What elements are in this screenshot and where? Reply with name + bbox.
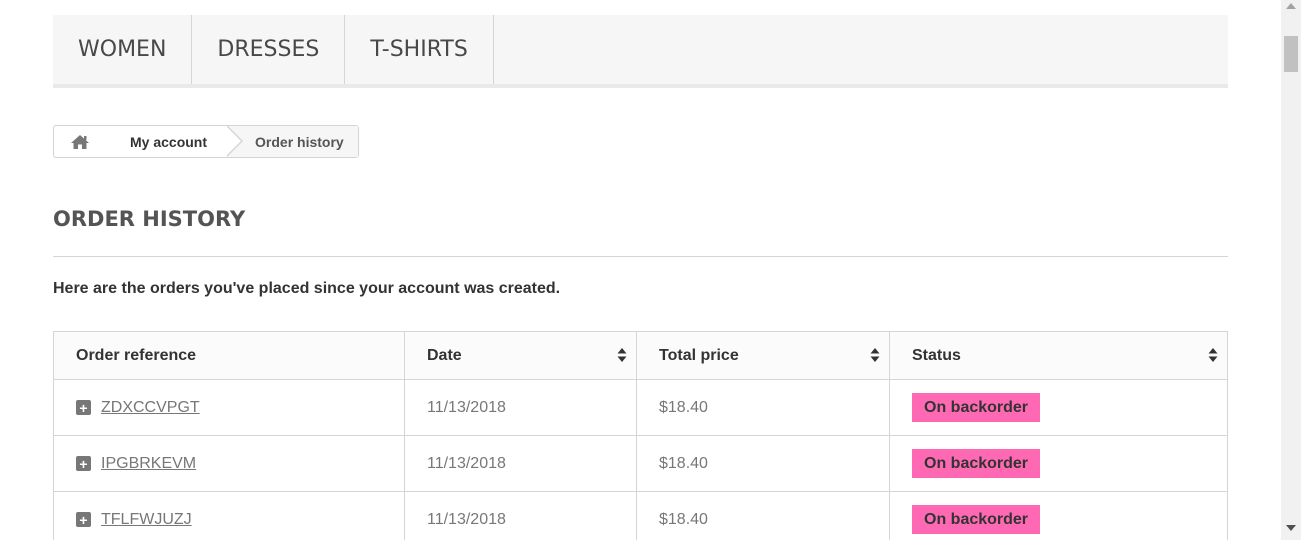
- expand-plus-icon[interactable]: +: [76, 512, 91, 527]
- table-header-row: Order reference Date Total price Status: [53, 331, 1228, 380]
- order-total: $18.40: [636, 379, 890, 436]
- scroll-down-arrow-icon[interactable]: [1286, 525, 1296, 531]
- breadcrumb-separator: [226, 125, 244, 157]
- page-title: ORDER HISTORY: [53, 207, 1228, 257]
- order-history-table: Order reference Date Total price Status: [53, 331, 1228, 540]
- sort-icon[interactable]: [617, 347, 627, 363]
- status-badge: On backorder: [912, 505, 1041, 534]
- column-status[interactable]: Status: [889, 331, 1228, 380]
- order-status-cell: On backorder: [889, 435, 1228, 492]
- order-status-cell: On backorder: [889, 379, 1228, 436]
- menu-item-dresses[interactable]: DRESSES: [192, 15, 346, 84]
- status-badge: On backorder: [912, 449, 1041, 478]
- column-label: Status: [912, 346, 961, 364]
- sort-icon[interactable]: [1208, 347, 1218, 363]
- column-order-reference[interactable]: Order reference: [53, 331, 405, 380]
- order-total: $18.40: [636, 435, 890, 492]
- scroll-up-arrow-icon[interactable]: [1286, 3, 1296, 9]
- column-total-price[interactable]: Total price: [636, 331, 890, 380]
- order-reference-cell: + TFLFWJUZJ: [53, 491, 405, 540]
- order-status-cell: On backorder: [889, 491, 1228, 540]
- order-reference-link[interactable]: ZDXCCVPGT: [101, 399, 200, 417]
- order-reference-cell: + IPGBRKEVM: [53, 435, 405, 492]
- sort-icon[interactable]: [870, 347, 880, 363]
- order-date: 11/13/2018: [404, 491, 637, 540]
- order-total: $18.40: [636, 491, 890, 540]
- column-label: Order reference: [76, 346, 197, 364]
- scroll-thumb[interactable]: [1284, 36, 1298, 72]
- order-date: 11/13/2018: [404, 435, 637, 492]
- top-menu: WOMEN DRESSES T-SHIRTS: [53, 15, 1228, 88]
- order-date: 11/13/2018: [404, 379, 637, 436]
- table-row: + ZDXCCVPGT 11/13/2018 $18.40 On backord…: [53, 379, 1228, 436]
- order-reference-cell: + ZDXCCVPGT: [53, 379, 405, 436]
- intro-text: Here are the orders you've placed since …: [53, 280, 561, 297]
- status-badge: On backorder: [912, 393, 1041, 422]
- expand-plus-icon[interactable]: +: [76, 400, 91, 415]
- expand-plus-icon[interactable]: +: [76, 456, 91, 471]
- menu-item-t-shirts[interactable]: T-SHIRTS: [345, 15, 494, 84]
- table-row: + TFLFWJUZJ 11/13/2018 $18.40 On backord…: [53, 491, 1228, 540]
- order-reference-link[interactable]: TFLFWJUZJ: [101, 511, 192, 529]
- breadcrumb-home[interactable]: [54, 125, 122, 157]
- column-date[interactable]: Date: [404, 331, 637, 380]
- column-label: Date: [427, 346, 462, 364]
- breadcrumb: My account Order history: [53, 125, 359, 158]
- table-row: + IPGBRKEVM 11/13/2018 $18.40 On backord…: [53, 435, 1228, 492]
- menu-item-women[interactable]: WOMEN: [53, 15, 193, 84]
- home-icon: [71, 134, 89, 149]
- breadcrumb-account-label: My account: [130, 133, 208, 150]
- vertical-scrollbar[interactable]: [1281, 0, 1301, 540]
- column-label: Total price: [659, 346, 739, 364]
- breadcrumb-my-account[interactable]: My account: [106, 125, 244, 157]
- order-reference-link[interactable]: IPGBRKEVM: [101, 455, 196, 473]
- breadcrumb-current: Order history: [227, 126, 358, 157]
